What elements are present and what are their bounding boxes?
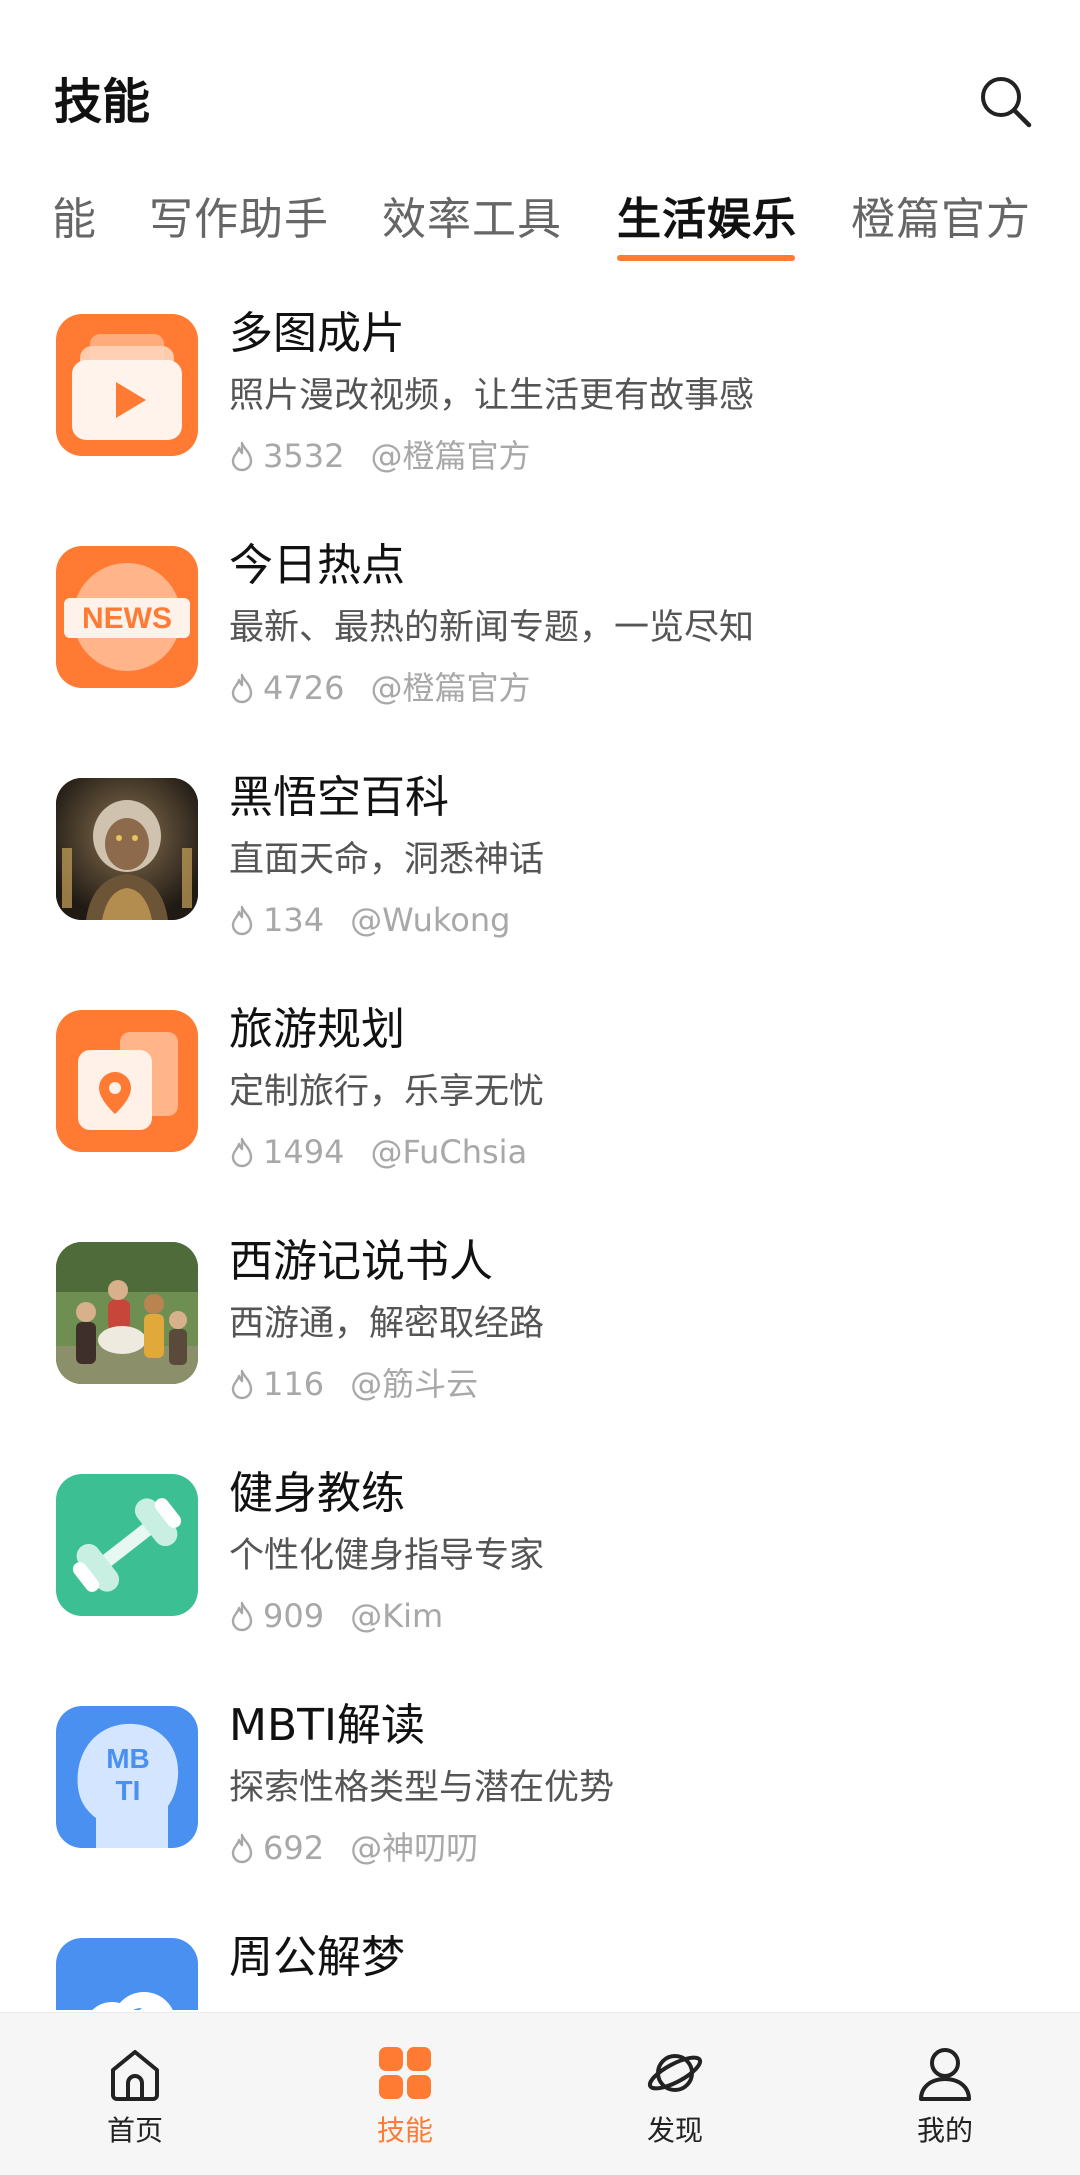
item-meta: 909 @Kim: [229, 1593, 443, 1639]
item-description: 西游通，解密取经路: [229, 1304, 545, 1344]
item-title: MBTI解读: [229, 1700, 426, 1751]
list-item[interactable]: MB TI MBTI解读 探索性格类型与潜在优势 692 @神叨叨: [0, 1682, 1080, 1914]
header: 技能: [0, 0, 1080, 190]
nav-label: 首页: [106, 2114, 163, 2147]
tab-official[interactable]: 橙篇官方: [851, 185, 1031, 255]
author-name[interactable]: @神叨叨: [350, 1825, 478, 1871]
item-title: 健身教练: [229, 1468, 405, 1519]
nav-label: 我的: [916, 2114, 973, 2147]
list-item[interactable]: 健身教练 个性化健身指导专家 909 @Kim: [0, 1450, 1080, 1682]
author-name[interactable]: @筋斗云: [350, 1361, 478, 1407]
list-item[interactable]: 周公解梦: [0, 1914, 1080, 2010]
item-title: 周公解梦: [229, 1932, 405, 1983]
list-item[interactable]: 多图成片 照片漫改视频，让生活更有故事感 3532 @橙篇官方: [0, 290, 1080, 522]
usage-count: 4726: [263, 669, 345, 707]
page-title: 技能: [54, 74, 151, 130]
item-meta: 692 @神叨叨: [229, 1825, 478, 1871]
item-description: 定制旅行，乐享无忧: [229, 1072, 545, 1112]
item-title: 黑悟空百科: [229, 772, 449, 823]
flame-icon: [231, 1137, 253, 1168]
item-description: 照片漫改视频，让生活更有故事感: [229, 376, 755, 416]
author-name[interactable]: @橙篇官方: [370, 665, 530, 711]
item-title: 西游记说书人: [229, 1236, 493, 1287]
flame-icon: [231, 441, 253, 472]
video-play-icon: [56, 314, 198, 456]
news-icon-text: NEWS: [82, 602, 172, 635]
item-meta: 134 @Wukong: [229, 897, 510, 943]
category-tabs: 能 写作助手 效率工具 生活娱乐 橙篇官方: [0, 185, 1080, 275]
usage-count: 909: [263, 1597, 325, 1635]
home-icon[interactable]: [105, 2043, 165, 2103]
map-pin-icon: [56, 1010, 198, 1152]
usage-count: 3532: [263, 437, 345, 475]
person-icon[interactable]: [915, 2043, 975, 2103]
item-description: 个性化健身指导专家: [229, 1536, 545, 1576]
grid-icon[interactable]: [375, 2043, 435, 2103]
item-description: 最新、最热的新闻专题，一览尽知: [229, 608, 755, 648]
author-name[interactable]: @Kim: [350, 1593, 443, 1639]
news-icon: NEWS: [56, 546, 198, 688]
item-title: 旅游规划: [229, 1004, 405, 1055]
nav-label: 技能: [376, 2114, 433, 2147]
item-description: 探索性格类型与潜在优势: [229, 1768, 615, 1808]
item-meta: 4726 @橙篇官方: [229, 665, 530, 711]
tab-efficiency-tools[interactable]: 效率工具: [382, 185, 562, 255]
author-name[interactable]: @橙篇官方: [370, 433, 530, 479]
planet-icon[interactable]: [645, 2043, 705, 2103]
journey-west-picture-icon: [56, 1242, 198, 1384]
mbti-icon-text-bottom: TI: [116, 1775, 141, 1806]
tab-partial[interactable]: 能: [52, 185, 97, 255]
list-item[interactable]: 黑悟空百科 直面天命，洞悉神话 134 @Wukong: [0, 754, 1080, 986]
nav-home[interactable]: 首页: [0, 2013, 270, 2175]
flame-icon: [231, 1833, 253, 1864]
search-icon[interactable]: [978, 74, 1034, 130]
list-item[interactable]: 旅游规划 定制旅行，乐享无忧 1494 @FuChsia: [0, 986, 1080, 1218]
usage-count: 134: [263, 901, 325, 939]
nav-discover[interactable]: 发现: [540, 2013, 810, 2175]
mbti-icon-text-top: MB: [106, 1743, 150, 1774]
list-item[interactable]: 西游记说书人 西游通，解密取经路 116 @筋斗云: [0, 1218, 1080, 1450]
item-meta: 116 @筋斗云: [229, 1361, 478, 1407]
flame-icon: [231, 1601, 253, 1632]
author-name[interactable]: @Wukong: [350, 897, 510, 943]
skill-list: 多图成片 照片漫改视频，让生活更有故事感 3532 @橙篇官方 NEWS 今日热…: [0, 290, 1080, 2010]
cloud-moon-icon: [56, 1938, 198, 2010]
usage-count: 116: [263, 1365, 325, 1403]
item-meta: 1494 @FuChsia: [229, 1129, 527, 1175]
item-meta: 3532 @橙篇官方: [229, 433, 530, 479]
flame-icon: [231, 673, 253, 704]
nav-profile[interactable]: 我的: [810, 2013, 1080, 2175]
item-title: 今日热点: [229, 540, 405, 591]
usage-count: 692: [263, 1829, 325, 1867]
active-tab-indicator: [617, 255, 795, 261]
wukong-portrait-icon: [56, 778, 198, 920]
search-button[interactable]: [978, 74, 1034, 130]
tab-writing-assistant[interactable]: 写作助手: [149, 185, 329, 255]
nav-skills[interactable]: 技能: [270, 2013, 540, 2175]
item-description: 直面天命，洞悉神话: [229, 840, 545, 880]
bottom-nav: 首页 技能 发现 我的: [0, 2012, 1080, 2175]
author-name[interactable]: @FuChsia: [370, 1129, 527, 1175]
dumbbell-icon: [56, 1474, 198, 1616]
head-profile-icon: MB TI: [56, 1706, 198, 1848]
flame-icon: [231, 1369, 253, 1400]
usage-count: 1494: [263, 1133, 345, 1171]
item-title: 多图成片: [229, 308, 405, 359]
nav-label: 发现: [646, 2114, 703, 2147]
tab-life-entertainment[interactable]: 生活娱乐: [617, 185, 797, 255]
flame-icon: [231, 905, 253, 936]
list-item[interactable]: NEWS 今日热点 最新、最热的新闻专题，一览尽知 4726 @橙篇官方: [0, 522, 1080, 754]
